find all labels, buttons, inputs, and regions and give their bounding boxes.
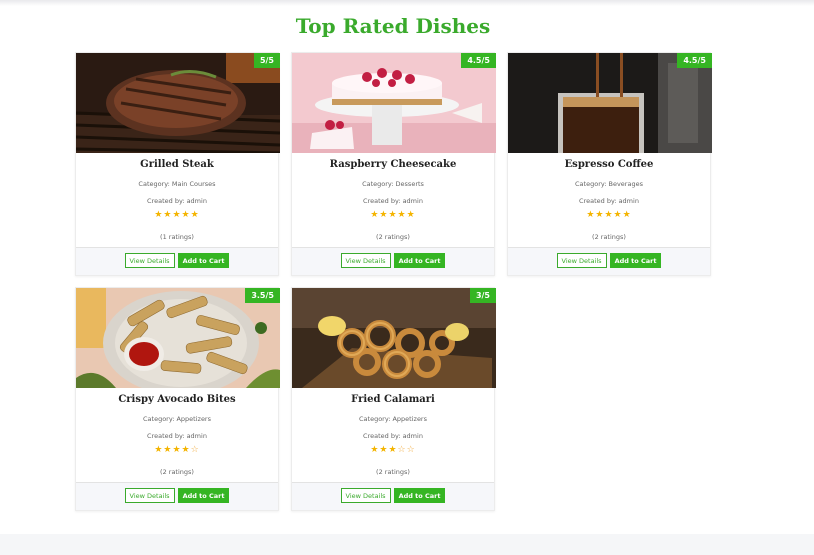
rating-badge: 5/5	[253, 53, 280, 68]
star-empty-icon: ☆	[190, 445, 200, 455]
rating-badge: 4.5/5	[677, 53, 712, 68]
ratings-count: (2 ratings)	[376, 233, 410, 241]
view-details-button[interactable]: View Details	[340, 488, 391, 503]
dish-name[interactable]: Crispy Avocado Bites	[76, 394, 278, 405]
section-title: Top Rated Dishes	[295, 14, 491, 38]
grilled-steak-photo-icon	[76, 53, 280, 153]
dish-card: 3.5/5 Crispy Avocado Bites Category: App…	[75, 287, 280, 511]
dish-category: Category: Main Courses	[138, 180, 216, 188]
add-to-cart-button[interactable]: Add to Cart	[393, 253, 446, 268]
rating-badge: 4.5/5	[461, 53, 496, 68]
dish-image-crispy-avocado-bites[interactable]: 3.5/5	[76, 288, 280, 388]
star-rating: ★★★★★	[508, 210, 710, 220]
dish-name[interactable]: Raspberry Cheesecake	[292, 159, 494, 170]
view-details-button[interactable]: View Details	[124, 488, 175, 503]
calamari-photo-icon	[292, 288, 496, 388]
star-rating: ★★★★★	[292, 210, 494, 220]
card-footer: View Details Add to Cart	[508, 247, 710, 275]
star-rating: ★★★★☆	[76, 445, 278, 455]
dish-author: Created by: admin	[147, 432, 207, 440]
dish-image-espresso-coffee[interactable]: 4.5/5	[508, 53, 712, 153]
add-to-cart-button[interactable]: Add to Cart	[177, 488, 230, 503]
view-details-button[interactable]: View Details	[340, 253, 391, 268]
avocado-bites-photo-icon	[76, 288, 280, 388]
view-details-button[interactable]: View Details	[124, 253, 175, 268]
dish-name[interactable]: Grilled Steak	[76, 159, 278, 170]
ratings-count: (1 ratings)	[160, 233, 194, 241]
dish-image-grilled-steak[interactable]: 5/5	[76, 53, 280, 153]
dish-name[interactable]: Espresso Coffee	[508, 159, 710, 170]
espresso-photo-icon	[508, 53, 712, 153]
card-footer: View Details Add to Cart	[292, 482, 494, 510]
dish-category: Category: Beverages	[575, 180, 643, 188]
star-rating: ★★★★★	[76, 210, 278, 220]
add-to-cart-button[interactable]: Add to Cart	[609, 253, 662, 268]
card-footer: View Details Add to Cart	[76, 482, 278, 510]
star-filled-icon: ★★★	[370, 445, 398, 455]
dish-author: Created by: admin	[579, 197, 639, 205]
star-empty-icon: ☆☆	[397, 445, 416, 455]
dish-card: 3/5 Fried Calamari Category: Appetizers …	[291, 287, 496, 511]
rating-badge: 3.5/5	[245, 288, 280, 303]
dish-card: 5/5 Grilled Steak Category: Main Courses…	[75, 52, 280, 276]
dish-category: Category: Appetizers	[143, 415, 211, 423]
dish-author: Created by: admin	[363, 197, 423, 205]
card-footer: View Details Add to Cart	[292, 247, 494, 275]
card-footer: View Details Add to Cart	[76, 247, 278, 275]
dish-category: Category: Desserts	[362, 180, 424, 188]
star-filled-icon: ★★★★	[154, 445, 191, 455]
ratings-count: (2 ratings)	[592, 233, 626, 241]
dish-author: Created by: admin	[147, 197, 207, 205]
dish-card: 4.5/5 Raspberry Cheesecake Category: Des…	[291, 52, 496, 276]
ratings-count: (2 ratings)	[376, 468, 410, 476]
dish-image-raspberry-cheesecake[interactable]: 4.5/5	[292, 53, 496, 153]
star-filled-icon: ★★★★★	[154, 210, 200, 220]
dish-category: Category: Appetizers	[359, 415, 427, 423]
view-details-button[interactable]: View Details	[556, 253, 607, 268]
add-to-cart-button[interactable]: Add to Cart	[177, 253, 230, 268]
star-filled-icon: ★★★★★	[370, 210, 416, 220]
dish-name[interactable]: Fried Calamari	[292, 394, 494, 405]
add-to-cart-button[interactable]: Add to Cart	[393, 488, 446, 503]
cheesecake-photo-icon	[292, 53, 496, 153]
rating-badge: 3/5	[469, 288, 496, 303]
star-filled-icon: ★★★★★	[586, 210, 632, 220]
star-rating: ★★★☆☆	[292, 445, 494, 455]
ratings-count: (2 ratings)	[160, 468, 194, 476]
dish-card: 4.5/5 Espresso Coffee Category: Beverage…	[507, 52, 712, 276]
top-shadow-bar	[0, 0, 814, 6]
dish-image-fried-calamari[interactable]: 3/5	[292, 288, 496, 388]
page-footer-band	[0, 534, 814, 555]
dish-author: Created by: admin	[363, 432, 423, 440]
